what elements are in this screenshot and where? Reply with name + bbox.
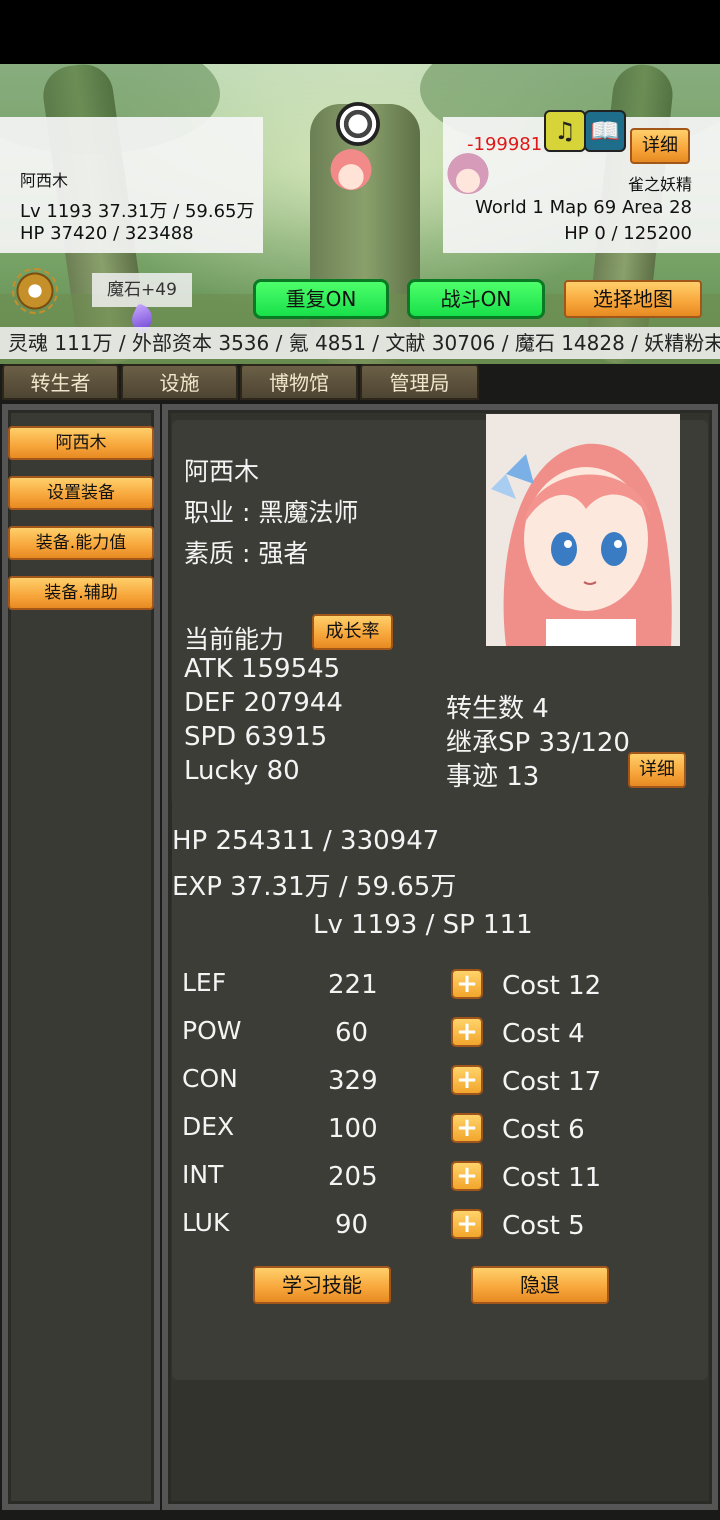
stat-cost: Cost 17 <box>502 1067 602 1097</box>
stat-cost: Cost 5 <box>502 1211 585 1241</box>
resource-bar: 灵魂 111万 / 外部资本 3536 / 氪 4851 / 文献 30706 … <box>0 327 720 359</box>
enemy-hp: HP 0 / 125200 <box>564 223 692 244</box>
stat-name: CON <box>182 1064 238 1093</box>
learn-skill-button[interactable]: 学习技能 <box>253 1266 391 1304</box>
stat-cost: Cost 11 <box>502 1163 602 1193</box>
rebirth-count: 转生数 4 <box>446 694 549 724</box>
player-name: 阿西木 <box>20 171 69 190</box>
stat-name: POW <box>182 1016 242 1045</box>
stat-cost: Cost 4 <box>502 1019 585 1049</box>
damage-number: -199981 <box>467 134 543 155</box>
character-lv-sp: Lv 1193 / SP 111 <box>313 910 533 940</box>
music-icon[interactable]: ♫ <box>544 110 586 152</box>
character-detail-button[interactable]: 详细 <box>628 752 686 788</box>
player-info-panel: 阿西木 Lv 1193 37.31万 / 59.65万 HP 37420 / 3… <box>0 117 263 253</box>
character-hp: HP 254311 / 330947 <box>172 826 440 856</box>
stat-name: LEF <box>182 968 227 997</box>
enemy-name: 雀之妖精 <box>627 175 692 194</box>
tab-reincarnator[interactable]: 转生者 <box>2 364 119 400</box>
stat-name: DEX <box>182 1112 235 1141</box>
stat-value: 100 <box>328 1114 378 1144</box>
tab-museum[interactable]: 博物馆 <box>240 364 358 400</box>
stat-spd: SPD 63915 <box>184 722 328 752</box>
sidebar-item-equipment-support[interactable]: 装备.辅助 <box>8 576 154 610</box>
current-ability-label: 当前能力 <box>184 625 285 654</box>
stat-atk: ATK 159545 <box>184 654 341 684</box>
inherit-sp: 继承SP 33/120 <box>446 728 630 758</box>
player-hp: HP 37420 / 323488 <box>20 223 194 244</box>
stat-name: LUK <box>182 1208 230 1237</box>
battle-toggle-button[interactable]: 战斗ON <box>407 279 545 319</box>
plus-icon[interactable]: + <box>451 1113 483 1143</box>
plus-icon[interactable]: + <box>451 1209 483 1239</box>
repeat-toggle-button[interactable]: 重复ON <box>253 279 389 319</box>
sidebar-item-character[interactable]: 阿西木 <box>8 426 154 460</box>
plus-icon[interactable]: + <box>451 1017 483 1047</box>
stat-value: 329 <box>328 1066 378 1096</box>
select-map-button[interactable]: 选择地图 <box>564 280 702 318</box>
plus-icon[interactable]: + <box>451 969 483 999</box>
compass-icon[interactable] <box>336 102 380 146</box>
character-name: 阿西木 <box>184 457 260 486</box>
magic-stone-badge: 魔石+49 <box>92 273 192 307</box>
enemy-fairy-sprite <box>445 152 491 200</box>
sidebar-item-equipment-stats[interactable]: 装备.能力值 <box>8 526 154 560</box>
stat-value: 60 <box>335 1018 369 1048</box>
character-exp: EXP 37.31万 / 59.65万 <box>172 872 457 902</box>
sidebar-item-set-equipment[interactable]: 设置装备 <box>8 476 154 510</box>
plus-icon[interactable]: + <box>451 1065 483 1095</box>
player-level: Lv 1193 37.31万 / 59.65万 <box>20 201 255 222</box>
growth-rate-button[interactable]: 成长率 <box>312 614 393 650</box>
character-quality: 素质 : 强者 <box>184 539 309 568</box>
stat-value: 221 <box>328 970 378 1000</box>
enemy-location: World 1 Map 69 Area 28 <box>475 197 692 218</box>
tab-management[interactable]: 管理局 <box>360 364 479 400</box>
stat-name: INT <box>182 1160 224 1189</box>
sidebar-panel <box>2 404 160 1510</box>
deeds-count: 事迹 13 <box>446 762 540 792</box>
stat-cost: Cost 12 <box>502 971 602 1001</box>
stat-value: 90 <box>335 1210 369 1240</box>
book-icon[interactable]: 📖 <box>584 110 626 152</box>
plus-icon[interactable]: + <box>451 1161 483 1191</box>
stat-def: DEF 207944 <box>184 688 343 718</box>
gear-icon[interactable] <box>12 268 58 314</box>
retire-button[interactable]: 隐退 <box>471 1266 609 1304</box>
tab-facilities[interactable]: 设施 <box>121 364 238 400</box>
stat-lucky: Lucky 80 <box>184 756 300 786</box>
player-chibi-sprite <box>330 148 372 196</box>
stat-cost: Cost 6 <box>502 1115 585 1145</box>
character-portrait <box>486 414 680 646</box>
stat-value: 205 <box>328 1162 378 1192</box>
character-job: 职业 : 黑魔法师 <box>184 498 359 527</box>
enemy-detail-button[interactable]: 详细 <box>630 128 690 164</box>
